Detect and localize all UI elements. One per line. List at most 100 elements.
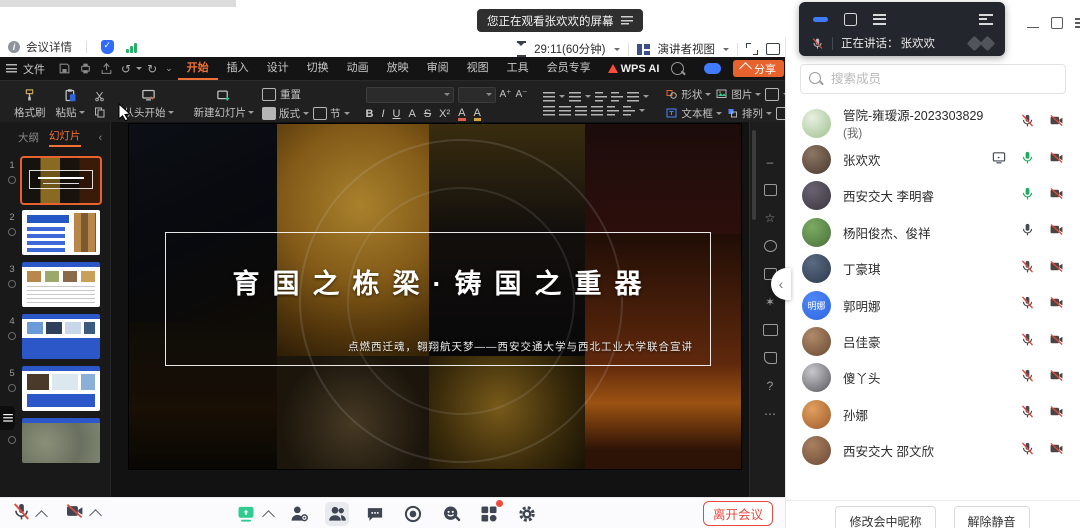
- shapes-panel-icon[interactable]: [763, 240, 777, 253]
- popup-window-icon[interactable]: [766, 43, 780, 55]
- member-camera-off-icon[interactable]: [1048, 259, 1065, 279]
- increase-font-icon[interactable]: A⁺: [500, 89, 512, 100]
- member-camera-off-icon[interactable]: [1048, 404, 1065, 424]
- slide-thumbnail-3[interactable]: [22, 262, 100, 307]
- wps-share-button[interactable]: 分享: [733, 60, 784, 77]
- member-mic-muted-icon[interactable]: [1020, 295, 1035, 315]
- slide-thumbnail-2[interactable]: [22, 210, 100, 255]
- mic-muted-button[interactable]: [12, 502, 31, 526]
- camera-options-chevron[interactable]: [89, 509, 102, 522]
- list-view-icon[interactable]: [873, 14, 886, 25]
- security-shield-icon[interactable]: [101, 40, 114, 54]
- output-icon[interactable]: [100, 62, 113, 75]
- indent-icon[interactable]: [611, 92, 623, 102]
- apps-button[interactable]: [477, 502, 501, 526]
- leave-meeting-button[interactable]: 离开会议: [703, 501, 773, 526]
- wps-tab-9[interactable]: 工具: [498, 57, 538, 80]
- number-list-icon[interactable]: [569, 92, 581, 102]
- align-center-icon[interactable]: [559, 106, 571, 116]
- member-camera-off-icon[interactable]: [1048, 332, 1065, 352]
- comment-panel-icon[interactable]: [763, 352, 777, 365]
- settings-button[interactable]: [515, 502, 539, 526]
- member-row[interactable]: 西安交大 邵文欣: [786, 433, 1080, 468]
- member-row[interactable]: 丁豪琪: [786, 251, 1080, 287]
- mic-options-chevron[interactable]: [35, 510, 48, 523]
- member-camera-off-icon[interactable]: [1048, 441, 1065, 461]
- columns-icon[interactable]: [607, 106, 619, 116]
- member-camera-off-icon[interactable]: [1048, 368, 1065, 388]
- strikethrough-button[interactable]: S: [424, 108, 431, 120]
- undo-icon[interactable]: ↺: [121, 62, 131, 76]
- font-family-select[interactable]: [366, 87, 454, 103]
- member-mic-icon[interactable]: [1020, 150, 1035, 170]
- redo-icon[interactable]: ↻: [147, 62, 157, 76]
- wps-tab-1[interactable]: 开始: [178, 57, 218, 80]
- highlight-color-button[interactable]: A: [474, 107, 481, 121]
- host-tools-button[interactable]: [287, 502, 311, 526]
- char-button[interactable]: A: [408, 108, 415, 120]
- wps-tab-2[interactable]: 插入: [218, 57, 258, 80]
- member-mic-muted-icon[interactable]: [1020, 113, 1035, 133]
- star-favorites-icon[interactable]: ☆: [763, 212, 777, 225]
- underline-button[interactable]: U: [393, 108, 401, 120]
- camera-off-button[interactable]: [64, 502, 85, 525]
- align-left-icon[interactable]: [543, 106, 555, 116]
- shapes-button[interactable]: 形状: [665, 87, 711, 102]
- slides-tab[interactable]: 幻灯片: [49, 128, 81, 147]
- picture-button[interactable]: 图片: [715, 87, 761, 102]
- slide-thumbnail-1[interactable]: [22, 158, 100, 203]
- wps-tab-8[interactable]: 视图: [458, 57, 498, 80]
- slide-thumbnail-5[interactable]: [22, 366, 100, 411]
- window-minimize-button[interactable]: [1027, 17, 1039, 28]
- window-more-button[interactable]: [1075, 17, 1080, 29]
- member-mic-muted-icon[interactable]: [1020, 259, 1035, 279]
- member-row[interactable]: 管院-雍瑷源-2023303829(我): [786, 105, 1080, 141]
- properties-icon[interactable]: [763, 184, 777, 197]
- slide-canvas[interactable]: 育国之栋梁·铸国之重器 点燃西迁魂，翱翔航天梦——西安交通大学与西北工业大学联合…: [129, 124, 741, 469]
- print-icon[interactable]: [79, 62, 92, 75]
- view-caret-icon[interactable]: [723, 48, 729, 54]
- slide-thumbnail-4[interactable]: [22, 314, 100, 359]
- rename-button[interactable]: 修改会中昵称: [835, 506, 935, 528]
- wps-tab-5[interactable]: 动画: [338, 57, 378, 80]
- info-icon[interactable]: i: [8, 41, 20, 53]
- italic-button[interactable]: I: [381, 108, 384, 120]
- layout-button[interactable]: 版式: [262, 106, 309, 121]
- member-camera-off-icon[interactable]: [1048, 113, 1065, 133]
- fullscreen-icon[interactable]: [746, 43, 758, 55]
- slide-thumbnail-6[interactable]: [22, 418, 100, 463]
- wps-file-menu[interactable]: 文件: [23, 61, 45, 77]
- window-view-icon[interactable]: [844, 13, 857, 26]
- superscript-button[interactable]: X²: [439, 108, 450, 120]
- decrease-font-icon[interactable]: A⁻: [515, 89, 527, 100]
- wps-tab-10[interactable]: 会员专享: [538, 57, 600, 80]
- members-button[interactable]: [325, 502, 349, 526]
- member-camera-off-icon[interactable]: [1048, 150, 1065, 170]
- more-tools-icon[interactable]: ⋯: [763, 408, 777, 421]
- wps-tab-4[interactable]: 切换: [298, 57, 338, 80]
- meeting-detail-label[interactable]: 会议详情: [26, 39, 72, 55]
- minimized-indicator-icon[interactable]: [813, 17, 828, 22]
- window-maximize-button[interactable]: [1051, 17, 1063, 29]
- line-spacing-icon[interactable]: [627, 92, 639, 102]
- member-mic-icon[interactable]: [1020, 222, 1035, 242]
- share-screen-button[interactable]: [234, 502, 258, 526]
- scrollbar[interactable]: [752, 130, 756, 220]
- format-painter-button[interactable]: 格式刷: [12, 88, 48, 120]
- cloud-sync-icon[interactable]: [704, 63, 721, 74]
- quickbar-caret-icon[interactable]: ⌄: [165, 63, 173, 74]
- new-slide-button[interactable]: 新建幻灯片: [192, 88, 257, 120]
- member-mic-muted-icon[interactable]: [1020, 441, 1035, 461]
- member-mic-icon[interactable]: [1020, 186, 1035, 206]
- member-row[interactable]: 明娜郭明娜: [786, 287, 1080, 323]
- align-right-icon[interactable]: [575, 106, 587, 116]
- member-mic-muted-icon[interactable]: [1020, 368, 1035, 388]
- member-row[interactable]: 张欢欢: [786, 141, 1080, 177]
- member-camera-off-icon[interactable]: [1048, 222, 1065, 242]
- record-button[interactable]: [401, 502, 425, 526]
- member-row[interactable]: 杨阳俊杰、俊祥: [786, 214, 1080, 250]
- collapse-panel-icon[interactable]: ‹: [99, 132, 103, 144]
- member-mic-muted-icon[interactable]: [1020, 332, 1035, 352]
- arrange-button[interactable]: 排列: [726, 106, 772, 121]
- outline-tab[interactable]: 大纲: [18, 130, 39, 145]
